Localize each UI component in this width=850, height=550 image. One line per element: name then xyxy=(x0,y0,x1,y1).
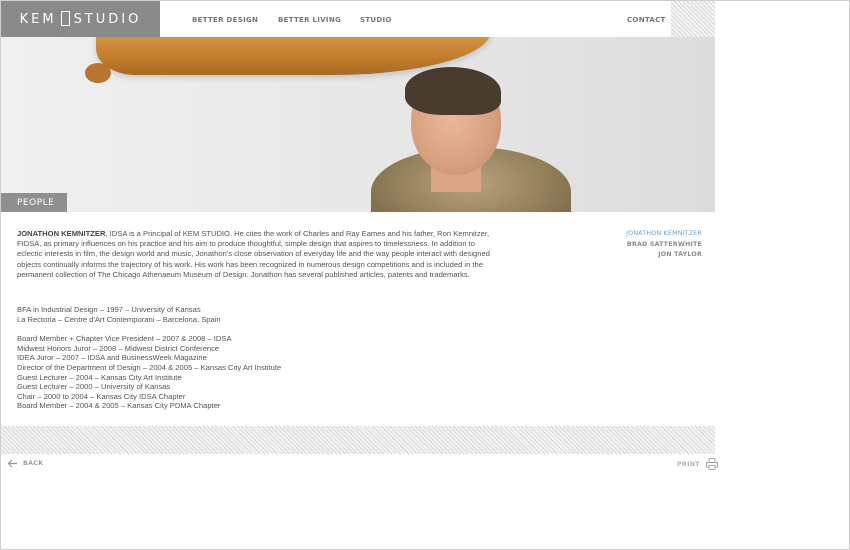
nav-better-design[interactable]: BETTER DESIGN xyxy=(192,16,258,24)
header-pattern xyxy=(671,1,715,37)
credentials: BFA in Industrial Design – 1997 – Univer… xyxy=(17,305,497,411)
experience-item: Board Member – 2004 & 2005 – Kansas City… xyxy=(17,401,221,411)
experience-item: IDEA Juror – 2007 – IDSA and BusinessWee… xyxy=(17,353,207,363)
bio-paragraph: JONATHON KEMNITZER, IDSA is a Principal … xyxy=(17,229,497,280)
person-link-jon-taylor[interactable]: JON TAYLOR xyxy=(626,250,702,261)
logo-text-kem: KEM xyxy=(19,11,57,27)
footer-pattern xyxy=(1,426,715,454)
nav-studio[interactable]: STUDIO xyxy=(360,16,392,24)
people-list: JONATHON KEMNITZER BRAD SATTERWHITE JON … xyxy=(626,229,702,261)
arrow-left-icon xyxy=(7,459,17,468)
nav-better-living[interactable]: BETTER LIVING xyxy=(278,16,341,24)
experience-item: Director of the Department of Design – 2… xyxy=(17,362,282,372)
education-item: La Rectoria – Centre d'Art Contemporani … xyxy=(17,314,221,324)
experience-item: Guest Lecturer – 2004 – Kansas City Art … xyxy=(17,372,182,382)
experience-item: Board Member + Chapter Vice President – … xyxy=(17,334,232,344)
main-nav: BETTER DESIGN BETTER LIVING STUDIO CONTA… xyxy=(160,1,670,37)
person-link-brad-satterwhite[interactable]: BRAD SATTERWHITE xyxy=(626,240,702,251)
logo-divider-icon xyxy=(60,10,70,26)
logo-text-studio: STUDIO xyxy=(73,11,142,27)
printer-icon xyxy=(705,458,718,470)
bio-name: JONATHON KEMNITZER xyxy=(17,229,106,238)
education-item: BFA in Industrial Design – 1997 – Univer… xyxy=(17,305,201,314)
wooden-splint-detail xyxy=(85,63,111,83)
back-link[interactable]: BACK xyxy=(7,459,43,468)
experience-item: Chair – 2000 to 2004 – Kansas City IDSA … xyxy=(17,391,186,401)
experience-item: Midwest Honors Juror – 2008 – Midwest Di… xyxy=(17,343,220,353)
hero-photo xyxy=(1,37,715,212)
nav-contact[interactable]: CONTACT xyxy=(627,16,666,24)
person-link-jonathon-kemnitzer[interactable]: JONATHON KEMNITZER xyxy=(626,229,702,240)
experience-item: Guest Lecturer – 2000 – University of Ka… xyxy=(17,382,171,392)
print-label: PRINT xyxy=(677,460,700,468)
portrait-hair xyxy=(405,67,501,115)
kem-studio-logo[interactable]: KEM STUDIO xyxy=(1,1,160,37)
back-label: BACK xyxy=(23,460,44,467)
print-link[interactable]: PRINT xyxy=(677,458,718,470)
section-tab-people: PEOPLE xyxy=(1,193,67,212)
